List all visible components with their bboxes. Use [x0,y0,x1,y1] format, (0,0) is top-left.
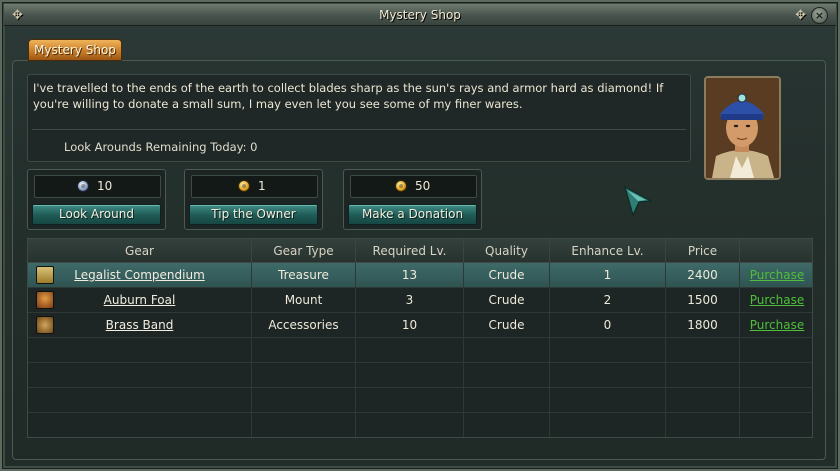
col-gear[interactable]: Gear [28,239,252,263]
window-title: Mystery Shop [379,8,461,22]
gear-type: Treasure [252,263,356,288]
merchant-dialog: I've travelled to the ends of the earth … [27,74,691,162]
shop-table: Gear Gear Type Required Lv. Quality Enha… [27,238,813,438]
quality: Crude [464,288,550,313]
gold-coin-icon [395,180,407,192]
column-divider [355,263,356,437]
enhance-level: 0 [550,313,666,338]
title-bar[interactable]: ✥ Mystery Shop ✥ × [4,4,836,26]
look-arounds-value: 0 [250,140,258,154]
close-button[interactable]: × [811,7,828,24]
donation-cost: 50 [350,175,477,198]
enhance-level: 1 [550,263,666,288]
tip-owner-cost-value: 1 [258,179,266,193]
look-around-group: 10 Look Around [27,169,166,230]
col-action [740,239,814,263]
look-arounds-remaining: Look Arounds Remaining Today: 0 [64,140,258,154]
look-arounds-label: Look Arounds Remaining Today: [64,140,247,154]
merchant-portrait [704,76,781,180]
required-level: 3 [356,288,464,313]
col-required-lv[interactable]: Required Lv. [356,239,464,263]
required-level: 13 [356,263,464,288]
tip-owner-button[interactable]: Tip the Owner [189,204,318,225]
required-level: 10 [356,313,464,338]
quality: Crude [464,313,550,338]
tip-owner-cost: 1 [191,175,318,198]
enhance-level: 2 [550,288,666,313]
divider [32,129,686,130]
look-around-cost-value: 10 [97,179,113,193]
gold-coin-icon [238,180,250,192]
table-header: Gear Gear Type Required Lv. Quality Enha… [28,239,812,263]
col-quality[interactable]: Quality [464,239,550,263]
column-divider [251,263,252,437]
price: 1800 [666,313,740,338]
donation-group: 50 Make a Donation [343,169,482,230]
price: 2400 [666,263,740,288]
merchant-description: I've travelled to the ends of the earth … [33,81,664,111]
table-row-empty [28,413,812,438]
table-row-empty [28,388,812,413]
tip-owner-group: 1 Tip the Owner [184,169,323,230]
silver-coin-icon [77,180,89,192]
gear-type: Mount [252,288,356,313]
gear-name-link[interactable]: Auburn Foal [104,293,176,307]
tab-mystery-shop[interactable]: Mystery Shop [28,39,122,61]
look-around-cost: 10 [34,175,161,198]
gear-name-link[interactable]: Legalist Compendium [74,268,205,282]
quality: Crude [464,263,550,288]
look-around-button[interactable]: Look Around [32,204,161,225]
column-divider [665,263,666,437]
col-gear-type[interactable]: Gear Type [252,239,356,263]
gear-type: Accessories [252,313,356,338]
col-price[interactable]: Price [666,239,740,263]
price: 1500 [666,288,740,313]
column-divider [549,263,550,437]
purchase-link[interactable]: Purchase [750,318,805,332]
cursor-arrow-icon [624,186,654,217]
gear-name-link[interactable]: Brass Band [106,318,174,332]
table-row[interactable]: Brass Band Accessories 10 Crude 0 1800 P… [28,313,812,338]
table-row[interactable]: Legalist Compendium Treasure 13 Crude 1 … [28,263,812,288]
donation-cost-value: 50 [415,179,431,193]
table-row-empty [28,363,812,388]
column-divider [739,263,740,437]
purchase-link[interactable]: Purchase [750,268,805,282]
table-row[interactable]: Auburn Foal Mount 3 Crude 2 1500 Purchas… [28,288,812,313]
table-row-empty [28,338,812,363]
column-divider [463,263,464,437]
make-donation-button[interactable]: Make a Donation [348,204,477,225]
ornament-icon: ✥ [795,8,806,23]
col-enhance-lv[interactable]: Enhance Lv. [550,239,666,263]
purchase-link[interactable]: Purchase [750,293,805,307]
merchant-portrait-image [706,78,779,178]
